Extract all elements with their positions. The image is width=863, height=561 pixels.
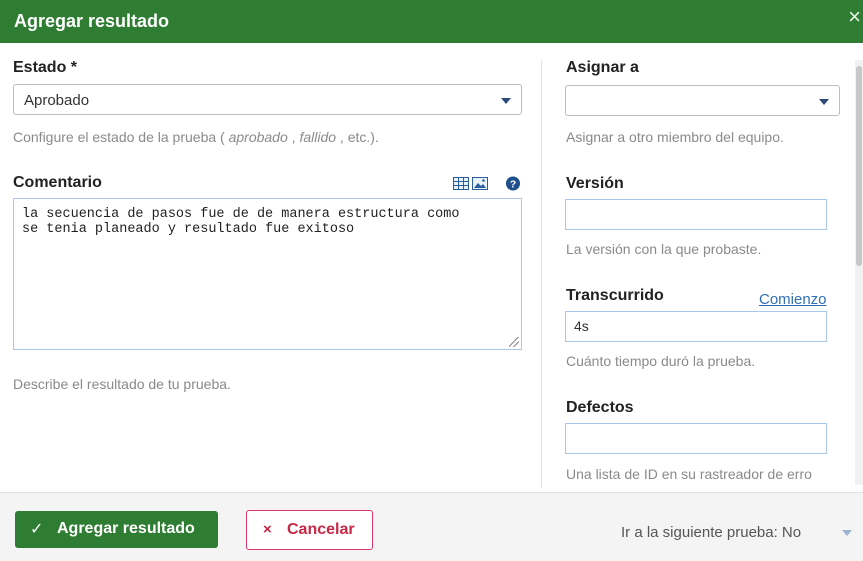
- version-input[interactable]: [565, 199, 827, 230]
- agregar-resultado-label: Agregar resultado: [57, 520, 195, 537]
- estado-help-example-1: aprobado: [228, 129, 288, 145]
- scrollbar[interactable]: [855, 60, 863, 485]
- check-icon: ✓: [30, 521, 44, 538]
- chevron-down-icon: [819, 99, 829, 105]
- defectos-help: Una lista de ID en su rastreador de erro: [566, 466, 812, 482]
- estado-label: Estado *: [13, 59, 78, 76]
- help-icon[interactable]: ?: [505, 176, 521, 191]
- comentario-label: Comentario: [13, 174, 102, 191]
- cancel-label: Cancelar: [287, 521, 355, 538]
- chevron-down-icon[interactable]: [842, 530, 852, 536]
- close-icon: ×: [263, 521, 272, 538]
- comentario-help: Describe el resultado de tu prueba.: [13, 376, 231, 392]
- resize-handle-icon[interactable]: [509, 337, 519, 347]
- scrollbar-thumb[interactable]: [856, 66, 862, 266]
- svg-text:?: ?: [510, 179, 516, 190]
- estado-help-example-2: fallido: [299, 129, 337, 145]
- column-divider: [541, 60, 542, 488]
- close-icon[interactable]: ×: [848, 6, 861, 28]
- agregar-resultado-button[interactable]: ✓ Agregar resultado: [15, 511, 218, 548]
- image-icon[interactable]: [472, 176, 488, 191]
- asignar-help: Asignar a otro miembro del equipo.: [566, 129, 784, 145]
- cancel-button[interactable]: × Cancelar: [246, 510, 373, 550]
- comienzo-link[interactable]: Comienzo: [759, 291, 827, 308]
- version-help: La versión con la que probaste.: [566, 241, 762, 257]
- asignar-label: Asignar a: [566, 59, 639, 76]
- dialog-title: Agregar resultado: [14, 11, 170, 31]
- estado-help: Configure el estado de la prueba ( aprob…: [13, 129, 379, 145]
- transcurrido-label: Transcurrido: [566, 287, 664, 304]
- transcurrido-help: Cuánto tiempo duró la prueba.: [566, 353, 756, 369]
- next-test-toggle[interactable]: Ir a la siguiente prueba: No: [621, 524, 801, 541]
- dialog-header: Agregar resultado ×: [0, 0, 863, 43]
- comentario-textarea[interactable]: la secuencia de pasos fue de de manera e…: [13, 198, 522, 350]
- defectos-input[interactable]: [565, 423, 827, 454]
- asignar-select[interactable]: [565, 85, 840, 116]
- estado-select-value: Aprobado: [24, 92, 90, 109]
- version-label: Versión: [566, 175, 624, 192]
- estado-select[interactable]: Aprobado: [13, 84, 522, 115]
- transcurrido-input[interactable]: 4s: [565, 311, 827, 342]
- chevron-down-icon: [501, 98, 511, 104]
- table-icon[interactable]: [453, 176, 469, 191]
- defectos-label: Defectos: [566, 399, 634, 416]
